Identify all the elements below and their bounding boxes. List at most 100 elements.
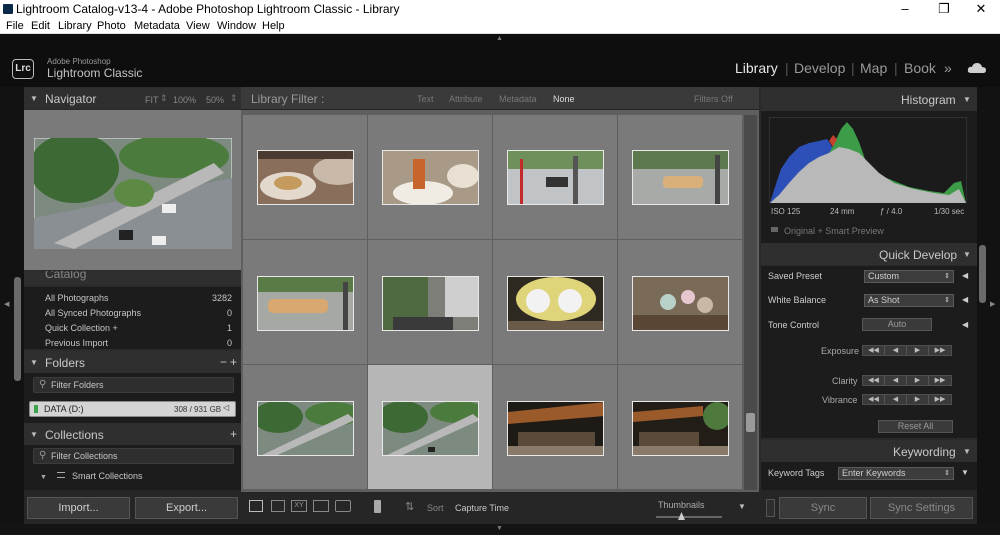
collections-header[interactable]: ▼ Collections + bbox=[24, 423, 241, 445]
filmstrip-toggle-icon[interactable]: ▼ bbox=[496, 525, 503, 532]
filter-folders-field[interactable]: ⚲ Filter Folders bbox=[33, 377, 234, 393]
photo-thumbnail[interactable] bbox=[382, 276, 479, 331]
catalog-header[interactable]: Catalog bbox=[24, 271, 241, 285]
thumbnail-size-slider[interactable] bbox=[656, 516, 722, 518]
module-develop[interactable]: Develop bbox=[794, 60, 845, 76]
photo-thumbnail[interactable] bbox=[382, 401, 479, 456]
photo-thumbnail[interactable] bbox=[507, 150, 604, 205]
vibrance-stepper[interactable]: ◀◀ ◀ ▶ ▶▶ bbox=[862, 394, 952, 405]
photo-thumbnail[interactable] bbox=[257, 150, 354, 205]
export-button[interactable]: Export... bbox=[135, 497, 238, 519]
quick-develop-header[interactable]: Quick Develop ▼ bbox=[761, 243, 977, 265]
grid-cell-selected[interactable] bbox=[368, 365, 493, 490]
close-button[interactable]: ✕ bbox=[966, 0, 996, 18]
remove-folder-button[interactable]: − bbox=[220, 355, 227, 369]
zoom-fit[interactable]: FIT bbox=[145, 95, 159, 105]
filter-attribute[interactable]: Attribute bbox=[449, 94, 483, 104]
minimize-button[interactable]: – bbox=[890, 0, 920, 18]
keywording-header[interactable]: Keywording ▼ bbox=[761, 440, 977, 462]
menu-file[interactable]: File bbox=[6, 20, 24, 32]
zoom-dropdown-icon[interactable]: ⇕ bbox=[160, 93, 168, 104]
menu-library[interactable]: Library bbox=[58, 20, 92, 32]
photo-thumbnail[interactable] bbox=[507, 401, 604, 456]
drive-expand-icon[interactable]: ◁ bbox=[223, 403, 229, 412]
grid-cell[interactable] bbox=[618, 365, 743, 490]
menu-edit[interactable]: Edit bbox=[31, 20, 50, 32]
zoom-100[interactable]: 100% bbox=[173, 95, 196, 105]
expand-icon[interactable]: ▼ bbox=[961, 468, 969, 477]
grid-cell[interactable] bbox=[493, 115, 618, 240]
photo-thumbnail[interactable] bbox=[632, 150, 729, 205]
top-panel-toggle-icon[interactable]: ▲ bbox=[496, 35, 503, 42]
catalog-item[interactable]: All Synced Photographs 0 bbox=[45, 308, 232, 318]
photo-thumbnail[interactable] bbox=[507, 276, 604, 331]
reset-all-button[interactable]: Reset All bbox=[878, 420, 953, 433]
survey-view-icon[interactable] bbox=[313, 500, 329, 512]
toolbar-menu-icon[interactable]: ▼ bbox=[738, 502, 746, 511]
sort-value[interactable]: Capture Time bbox=[455, 503, 509, 513]
loupe-view-icon[interactable] bbox=[271, 500, 285, 512]
compare-view-icon[interactable]: XY bbox=[291, 500, 307, 512]
folders-header[interactable]: ▼ Folders − + bbox=[24, 351, 241, 373]
sync-button[interactable]: Sync bbox=[779, 497, 867, 519]
auto-tone-button[interactable]: Auto bbox=[862, 318, 932, 331]
zoom-50[interactable]: 50% bbox=[206, 95, 224, 105]
smart-collections-item[interactable]: ▼ Smart Collections bbox=[40, 471, 143, 481]
navigator-header[interactable]: ▼ Navigator FIT ⇕ 100% 50% ⇕ bbox=[24, 88, 241, 109]
white-balance-dropdown[interactable]: As Shot ⇕ bbox=[864, 294, 954, 307]
histogram-header[interactable]: Histogram ▼ bbox=[761, 88, 977, 111]
menu-window[interactable]: Window bbox=[217, 20, 256, 32]
grid-scrollbar-thumb[interactable] bbox=[746, 413, 755, 432]
add-collection-button[interactable]: + bbox=[230, 427, 237, 441]
catalog-item[interactable]: All Photographs 3282 bbox=[45, 293, 232, 303]
clarity-stepper[interactable]: ◀◀ ◀ ▶ ▶▶ bbox=[862, 375, 952, 386]
filter-metadata[interactable]: Metadata bbox=[499, 94, 537, 104]
grid-cell[interactable] bbox=[243, 240, 368, 365]
left-panel-scrollbar[interactable] bbox=[14, 277, 21, 381]
filters-off-dropdown[interactable]: Filters Off bbox=[694, 94, 733, 104]
exposure-stepper[interactable]: ◀◀ ◀ ▶ ▶▶ bbox=[862, 345, 952, 356]
menu-photo[interactable]: Photo bbox=[97, 20, 126, 32]
grid-scrollbar[interactable] bbox=[744, 115, 757, 490]
navigator-image[interactable] bbox=[34, 138, 232, 249]
catalog-item[interactable]: Quick Collection + 1 bbox=[45, 323, 232, 333]
grid-view-icon[interactable] bbox=[249, 500, 263, 512]
grid-cell[interactable] bbox=[493, 365, 618, 490]
grid-cell[interactable] bbox=[243, 115, 368, 240]
menu-help[interactable]: Help bbox=[262, 20, 285, 32]
photo-thumbnail[interactable] bbox=[257, 276, 354, 331]
right-panel-scrollbar[interactable] bbox=[979, 245, 986, 303]
grid-cell[interactable] bbox=[368, 240, 493, 365]
module-library[interactable]: Library bbox=[735, 60, 778, 76]
sync-settings-button[interactable]: Sync Settings bbox=[870, 497, 973, 519]
expand-icon[interactable]: ◀ bbox=[962, 295, 968, 304]
menu-metadata[interactable]: Metadata bbox=[134, 20, 180, 32]
photo-thumbnail[interactable] bbox=[632, 276, 729, 331]
left-panel-toggle-icon[interactable]: ◀ bbox=[4, 300, 9, 308]
expand-icon[interactable]: ◀ bbox=[962, 271, 968, 280]
grid-cell[interactable] bbox=[493, 240, 618, 365]
drive-row[interactable]: DATA (D:) 308 / 931 GB ◁ bbox=[29, 401, 236, 417]
auto-sync-toggle[interactable] bbox=[766, 499, 775, 517]
photo-thumbnail[interactable] bbox=[632, 401, 729, 456]
module-map[interactable]: Map bbox=[860, 60, 887, 76]
filter-text[interactable]: Text bbox=[417, 94, 434, 104]
people-view-icon[interactable] bbox=[335, 500, 351, 512]
menu-view[interactable]: View bbox=[186, 20, 210, 32]
catalog-item[interactable]: Previous Import 0 bbox=[45, 338, 232, 348]
photo-thumbnail[interactable] bbox=[382, 150, 479, 205]
import-button[interactable]: Import... bbox=[27, 497, 130, 519]
grid-cell[interactable] bbox=[618, 115, 743, 240]
module-book[interactable]: Book bbox=[904, 60, 936, 76]
maximize-button[interactable]: ❐ bbox=[929, 0, 959, 18]
filter-collections-field[interactable]: ⚲ Filter Collections bbox=[33, 448, 234, 464]
expand-icon[interactable]: ◀ bbox=[962, 320, 968, 329]
add-folder-button[interactable]: + bbox=[230, 355, 237, 369]
filter-none[interactable]: None bbox=[553, 94, 575, 104]
grid-cell[interactable] bbox=[368, 115, 493, 240]
saved-preset-dropdown[interactable]: Custom ⇕ bbox=[864, 270, 954, 283]
more-modules-icon[interactable]: » bbox=[944, 60, 952, 76]
grid-cell[interactable] bbox=[243, 365, 368, 490]
zoom-more-icon[interactable]: ⇕ bbox=[230, 93, 238, 104]
sort-direction-icon[interactable]: ⇅ bbox=[405, 500, 414, 513]
